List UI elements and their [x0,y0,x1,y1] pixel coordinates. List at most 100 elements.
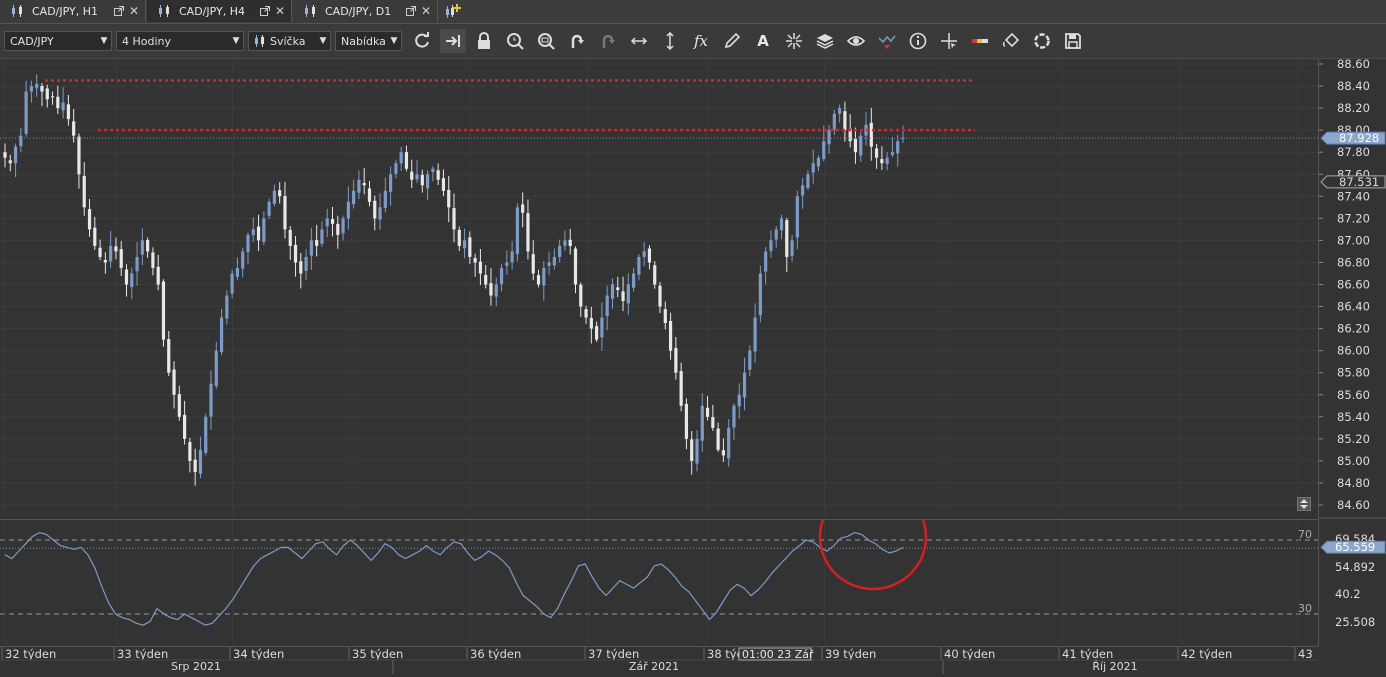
horizontal-arrows-icon[interactable] [626,29,652,53]
timeframe-select[interactable]: 4 Hodiny ▼ [116,31,244,51]
candle-body [124,269,129,285]
vertical-arrows-icon[interactable] [657,29,683,53]
candle [880,146,884,170]
collapse-indicator-icon[interactable] [1297,497,1311,511]
text-icon[interactable]: A [750,29,776,53]
highlight-circle [818,483,928,591]
redo-icon[interactable] [595,29,621,53]
candle [167,331,171,377]
candle [684,398,689,450]
candle [732,403,736,441]
candle [769,230,773,258]
candle [779,214,784,240]
candle-body [135,256,139,272]
candle [325,208,329,238]
chart-type-select[interactable]: Svíčka ▼ [248,31,331,51]
candle [198,436,203,479]
candle [605,285,609,331]
candle-body [420,174,424,186]
candle-body [352,190,356,205]
candle [399,146,403,171]
candle-body [727,427,731,459]
candle-body [13,146,18,164]
candle [8,154,12,172]
candle [695,430,699,472]
alert-icon[interactable] [874,29,900,53]
pencil-icon[interactable] [719,29,745,53]
loading-icon[interactable] [1029,29,1055,53]
candle [336,215,340,249]
candle-body [880,159,884,164]
candle [806,170,810,191]
candle-body [8,160,12,164]
symbol-select[interactable]: CAD/JPY ▼ [4,31,112,51]
candle-body [531,254,535,274]
candle-body [19,135,23,147]
zoom-fit-icon[interactable] [533,29,559,53]
candle [668,312,673,360]
candle [98,239,102,261]
shift-right-icon[interactable] [440,29,466,53]
candle-body [50,96,55,98]
add-chart-icon[interactable] [444,3,462,19]
candle-body [748,350,752,370]
candle [61,87,65,119]
candle-body [785,220,789,257]
info-icon[interactable] [905,29,931,53]
candle-body [225,295,229,319]
candle [853,127,858,164]
ruler-icon[interactable] [967,29,993,53]
candle [66,94,70,126]
candle [267,198,271,219]
undo-icon[interactable] [564,29,590,53]
rsi-panel[interactable]: 70 30 [0,483,1318,647]
close-icon[interactable]: ✕ [421,4,431,18]
save-icon[interactable] [1060,29,1086,53]
candle [510,241,514,270]
candle [801,177,805,209]
price-axis[interactable]: 88.60 88.40 88.20 88.00 87.80 87.60 87.40 87.20… [1318,57,1386,646]
cursor-icon[interactable] [936,29,962,53]
price-side-select[interactable]: Nabídka ▼ [335,31,402,51]
candle [621,276,625,312]
candle-body [711,417,715,428]
eye-icon[interactable] [843,29,869,53]
candle [235,257,240,281]
popout-icon[interactable] [259,6,270,16]
chart-type-value: Svíčka [270,34,306,48]
fx-icon[interactable]: fx [688,29,714,53]
candle-body [151,252,155,268]
candle-body [811,163,815,173]
tab-cad-jpy-h4[interactable]: CAD/JPY, H4 ✕ [147,0,292,22]
fill-icon[interactable] [998,29,1024,53]
candle-body [177,394,181,417]
refresh-icon[interactable] [409,29,435,53]
candle-body [188,441,192,461]
candle-body [642,251,646,257]
close-icon[interactable]: ✕ [129,4,139,18]
tab-cad-jpy-h1[interactable]: CAD/JPY, H1 ✕ [0,0,146,22]
lock-icon[interactable] [471,29,497,53]
close-icon[interactable]: ✕ [275,4,285,18]
popout-icon[interactable] [113,6,124,16]
tab-cad-jpy-d1[interactable]: CAD/JPY, D1 ✕ [293,0,438,22]
candle [146,237,150,258]
candle [420,169,424,193]
candle [573,246,578,294]
week-label: 40 týden [944,647,995,661]
candle [700,393,704,453]
candle [130,267,134,300]
candle-body [838,108,842,114]
candle [663,301,667,330]
rsi-level-30-label: 30 [1298,602,1312,615]
chevron-down-icon: ▼ [319,36,327,46]
time-axis[interactable]: 32 týden 33 týden 34 týden 35 týden 36 týden… [0,646,1318,674]
price-chart[interactable] [0,59,1318,518]
layers-icon[interactable] [812,29,838,53]
rsi-tick-label: 54.892 [1335,560,1375,574]
candle [45,84,49,108]
popout-icon[interactable] [405,6,416,16]
candle [473,253,477,277]
zoom-time-icon[interactable] [502,29,528,53]
crosshair-icon[interactable] [781,29,807,53]
